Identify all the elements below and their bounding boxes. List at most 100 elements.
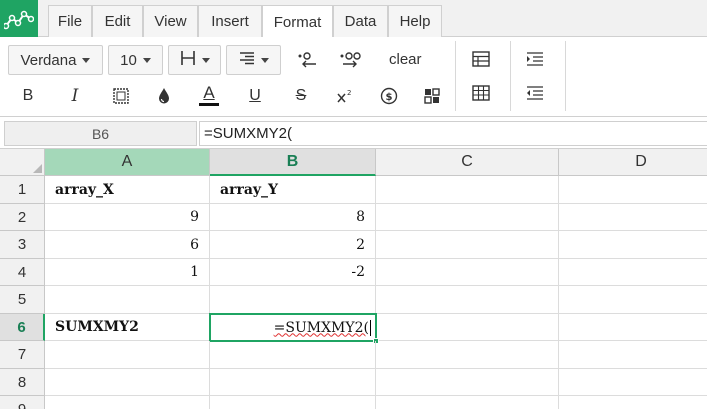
cell-a2[interactable]: 9 <box>45 204 210 231</box>
currency-icon[interactable]: $ <box>377 84 401 108</box>
chevron-down-icon <box>82 57 91 63</box>
column-header-d[interactable]: D <box>559 149 707 176</box>
font-size-select[interactable]: 10 <box>108 45 163 75</box>
cell-d6[interactable] <box>559 314 707 341</box>
row-header-5[interactable]: 5 <box>0 286 45 314</box>
cell-c6[interactable] <box>376 314 559 341</box>
menu-file[interactable]: File <box>48 5 92 37</box>
text-color-button[interactable]: A <box>197 83 221 107</box>
cell-c1[interactable] <box>376 176 559 204</box>
menu-insert[interactable]: Insert <box>198 5 262 37</box>
cell-b2[interactable]: 8 <box>210 204 376 231</box>
borders-select[interactable] <box>168 45 221 75</box>
menu-format[interactable]: Format <box>262 5 333 38</box>
align-icon <box>239 51 255 69</box>
cell-c9[interactable] <box>376 396 559 409</box>
styles-icon[interactable] <box>420 84 444 108</box>
row-header-1[interactable]: 1 <box>0 176 45 204</box>
text-color-icon: A <box>203 83 215 102</box>
align-select[interactable] <box>226 45 281 75</box>
row-header-6[interactable]: 6 <box>0 314 45 341</box>
table-icon[interactable] <box>469 47 493 71</box>
cell-d7[interactable] <box>559 341 707 369</box>
cell-b5[interactable] <box>210 286 376 314</box>
italic-icon[interactable]: I <box>63 84 87 108</box>
bold-icon[interactable]: B <box>16 84 40 108</box>
cell-b4[interactable]: -2 <box>210 259 376 286</box>
column-header-b[interactable]: B <box>210 149 376 176</box>
svg-text:2: 2 <box>347 89 351 97</box>
borders-icon <box>180 50 196 70</box>
spreadsheet-grid: A B C D 1 2 3 4 5 6 7 8 9 array_X array_… <box>0 149 707 409</box>
cell-a6[interactable]: SUMXMY2 <box>45 314 210 341</box>
increase-decimal-icon[interactable] <box>339 48 363 72</box>
toolbar-separator <box>510 41 511 111</box>
cell-c4[interactable] <box>376 259 559 286</box>
cell-c3[interactable] <box>376 231 559 259</box>
cell-b8[interactable] <box>210 369 376 396</box>
decrease-decimal-icon[interactable] <box>295 48 319 72</box>
cell-a7[interactable] <box>45 341 210 369</box>
strikethrough-icon[interactable]: S <box>289 84 313 108</box>
underline-icon[interactable]: U <box>243 84 267 108</box>
cell-b3[interactable]: 2 <box>210 231 376 259</box>
row-header-3[interactable]: 3 <box>0 231 45 259</box>
row-header-7[interactable]: 7 <box>0 341 45 369</box>
cell-c2[interactable] <box>376 204 559 231</box>
cell-a8[interactable] <box>45 369 210 396</box>
toolbar-separator <box>565 41 566 111</box>
cell-a9[interactable] <box>45 396 210 409</box>
indent-icon[interactable] <box>523 47 547 71</box>
cell-b6-editor[interactable]: =SUMXMY2( <box>209 313 377 342</box>
select-all-corner[interactable] <box>0 149 45 176</box>
chevron-down-icon <box>142 57 151 63</box>
cell-d1[interactable] <box>559 176 707 204</box>
font-family-select[interactable]: Verdana <box>8 45 103 75</box>
cell-b6-formula: =SUMXMY2( <box>273 319 369 336</box>
cell-c5[interactable] <box>376 286 559 314</box>
row-header-4[interactable]: 4 <box>0 259 45 286</box>
app-logo-icon[interactable] <box>0 0 38 37</box>
menu-data[interactable]: Data <box>333 5 388 37</box>
font-family-value: Verdana <box>20 51 77 69</box>
table-grid-icon[interactable] <box>469 81 493 105</box>
column-header-a[interactable]: A <box>45 149 210 176</box>
cell-a1[interactable]: array_X <box>45 176 210 204</box>
cell-a4[interactable]: 1 <box>45 259 210 286</box>
cell-d9[interactable] <box>559 396 707 409</box>
row-header-9[interactable]: 9 <box>0 396 45 409</box>
superscript-icon[interactable]: 2 <box>333 84 357 108</box>
cell-b9[interactable] <box>210 396 376 409</box>
clear-formatting-button[interactable]: clear <box>389 51 422 68</box>
menu-help[interactable]: Help <box>388 5 442 37</box>
format-cells-icon[interactable] <box>109 84 133 108</box>
cell-d2[interactable] <box>559 204 707 231</box>
toolbar-separator <box>455 41 456 111</box>
cell-d8[interactable] <box>559 369 707 396</box>
text-color-swatch <box>199 103 219 106</box>
chevron-down-icon <box>260 57 269 63</box>
row-header-2[interactable]: 2 <box>0 204 45 231</box>
cell-b7[interactable] <box>210 341 376 369</box>
cell-c8[interactable] <box>376 369 559 396</box>
svg-text:$: $ <box>386 92 393 103</box>
cell-c7[interactable] <box>376 341 559 369</box>
row-header-8[interactable]: 8 <box>0 369 45 396</box>
cell-d3[interactable] <box>559 231 707 259</box>
text-cursor <box>370 319 371 336</box>
fill-color-icon[interactable] <box>152 84 176 108</box>
cell-reference-box[interactable]: B6 <box>4 121 197 146</box>
toolbar: Verdana 10 clear B I A U S 2 $ <box>0 37 707 117</box>
formula-bar: B6 =SUMXMY2( <box>0 117 707 149</box>
column-header-c[interactable]: C <box>376 149 559 176</box>
menu-edit[interactable]: Edit <box>92 5 143 37</box>
formula-input[interactable]: =SUMXMY2( <box>199 121 707 146</box>
cell-d5[interactable] <box>559 286 707 314</box>
cell-d4[interactable] <box>559 259 707 286</box>
cell-a3[interactable]: 6 <box>45 231 210 259</box>
menu-view[interactable]: View <box>143 5 198 37</box>
outdent-icon[interactable] <box>523 81 547 105</box>
cell-a5[interactable] <box>45 286 210 314</box>
menubar: File Edit View Insert Format Data Help <box>0 0 707 38</box>
cell-b1[interactable]: array_Y <box>210 176 376 204</box>
